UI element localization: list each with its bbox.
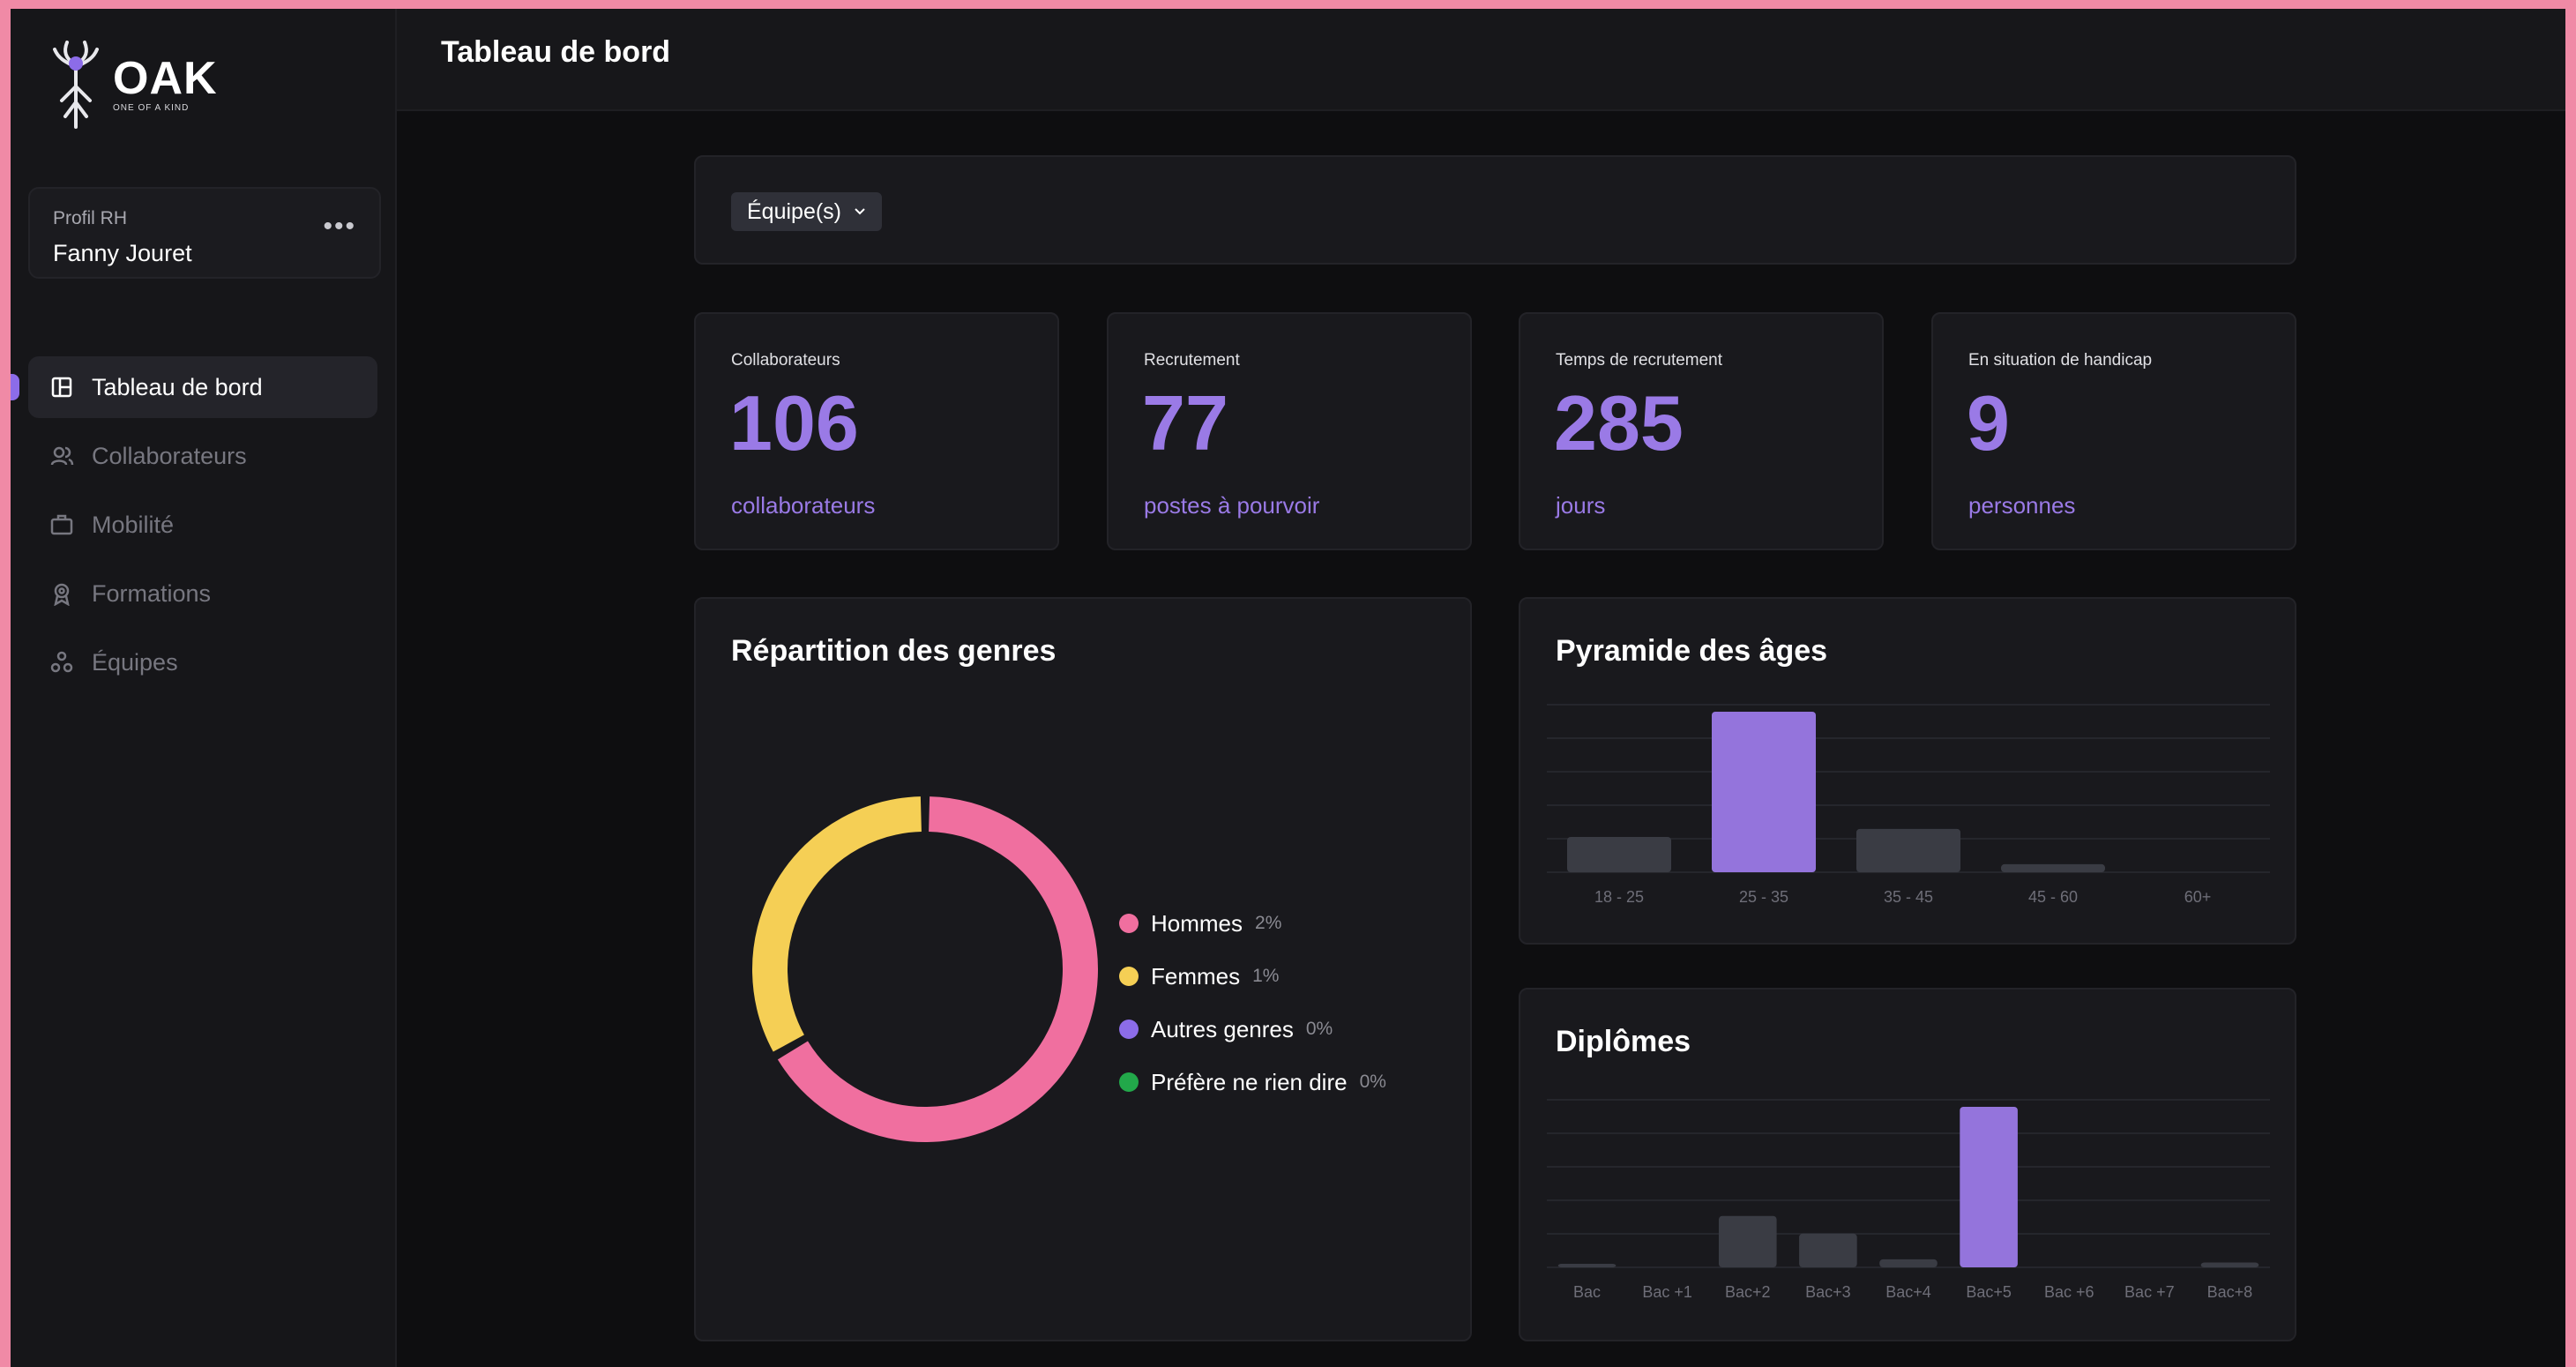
x-tick-label: Bac +7	[2124, 1283, 2175, 1301]
bar-Bac+5	[1960, 1107, 2018, 1267]
kpi-label: Temps de recrutement	[1556, 351, 1723, 370]
profile-name: Fanny Jouret	[53, 240, 192, 266]
x-tick-label: 45 - 60	[2028, 888, 2078, 906]
x-tick-label: Bac	[1573, 1283, 1601, 1301]
age-chart-card: Pyramide des âges 18 - 25 25 - 35 35 - 45 4…	[1519, 597, 2296, 945]
donut-slice-femmes	[752, 796, 922, 1052]
chart-title: Répartition des genres	[731, 634, 1057, 668]
chart-title: Pyramide des âges	[1556, 634, 1828, 668]
kpi-card-collaborateurs: Collaborateurs 106 collaborateurs	[694, 312, 1059, 550]
team-icon	[49, 650, 74, 675]
gender-donut-chart	[752, 796, 1098, 1142]
bar-Bac	[1557, 1264, 1617, 1267]
x-tick-label: Bac+5	[1966, 1283, 2012, 1301]
diploma-bar-chart: Bac Bac +1 Bac+2 Bac+3 Bac+4 Bac+5 Bac +6 Bac +…	[1547, 1099, 2270, 1301]
kpi-label: En situation de handicap	[1968, 351, 2153, 370]
kpi-value: 285	[1554, 379, 1684, 467]
app-window: OAK ONE OF A KIND Profil RH Fanny Jouret…	[11, 9, 2565, 1367]
legend-label: Préfère ne rien dire	[1151, 1068, 1348, 1095]
x-tick-label: Bac+4	[1885, 1283, 1931, 1301]
kpi-label: Collaborateurs	[731, 351, 840, 370]
kpi-unit: personnes	[1968, 492, 2076, 519]
layout-icon	[49, 375, 74, 400]
team-filter-label: Équipe(s)	[747, 198, 841, 224]
sidebar-item-mobilite[interactable]: Mobilité	[28, 494, 377, 556]
briefcase-icon	[49, 512, 74, 537]
team-filter-dropdown[interactable]: Équipe(s)	[731, 192, 882, 231]
chevron-down-icon	[855, 208, 865, 215]
kpi-card-recrutement: Recrutement 77 postes à pourvoir	[1107, 312, 1472, 550]
kpi-card-temps-de-recrutement: Temps de recrutement 285 jours	[1519, 312, 1884, 550]
sidebar-item-label: Tableau de bord	[92, 373, 263, 400]
more-options-icon[interactable]: •••	[323, 212, 356, 242]
sidebar: OAK ONE OF A KIND Profil RH Fanny Jouret…	[11, 9, 397, 1367]
bar-Bac+3	[1799, 1233, 1857, 1267]
kpi-label: Recrutement	[1144, 351, 1240, 370]
legend-label: Femmes	[1151, 962, 1241, 990]
x-tick-label: 25 - 35	[1739, 888, 1788, 906]
bar-Bac+8	[2200, 1262, 2259, 1267]
sidebar-item-label: Formations	[92, 579, 212, 607]
x-tick-label: 18 - 25	[1594, 888, 1644, 906]
sidebar-item-equipes[interactable]: Équipes	[28, 631, 377, 693]
legend-value: 0%	[1359, 1072, 1386, 1092]
logo[interactable]: OAK ONE OF A KIND	[48, 35, 218, 132]
bar-18-25	[1567, 836, 1671, 872]
kpi-value: 9	[1967, 379, 2010, 467]
gender-legend: Hommes 2% Femmes 1% Autres genres 0% Pré…	[1119, 897, 1386, 1109]
sidebar-item-label: Collaborateurs	[92, 442, 247, 469]
gender-chart-card: Répartition des genres Hommes 2% Femmes …	[694, 597, 1472, 1341]
sidebar-nav: Tableau de bord Collaborateurs Mobilité …	[11, 356, 377, 700]
bar-45-60	[2001, 863, 2105, 872]
topbar: Tableau de bord	[397, 9, 2565, 111]
kpi-value: 77	[1142, 379, 1228, 467]
profile-card[interactable]: Profil RH Fanny Jouret •••	[28, 187, 381, 279]
legend-swatch	[1119, 967, 1139, 986]
sidebar-item-label: Mobilité	[92, 511, 175, 538]
legend-label: Autres genres	[1151, 1015, 1294, 1042]
bar-Bac+4	[1879, 1259, 1938, 1267]
x-tick-label: Bac +6	[2044, 1283, 2094, 1301]
legend-item-femmes: Femmes 1%	[1119, 950, 1386, 1003]
sidebar-item-collaborateurs[interactable]: Collaborateurs	[28, 425, 377, 487]
kpi-card-handicap: En situation de handicap 9 personnes	[1931, 312, 2296, 550]
logo-tagline: ONE OF A KIND	[113, 102, 190, 113]
bar-35-45	[1856, 828, 1960, 872]
logo-name: OAK	[113, 52, 218, 104]
legend-item-prefere-ne-rien-dire: Préfère ne rien dire 0%	[1119, 1056, 1386, 1109]
x-tick-label: Bac +1	[1642, 1283, 1692, 1301]
filter-bar: Équipe(s)	[694, 155, 2296, 265]
sidebar-item-tableau-de-bord[interactable]: Tableau de bord	[11, 356, 377, 418]
page-title: Tableau de bord	[441, 35, 671, 69]
legend-swatch	[1119, 914, 1139, 933]
legend-value: 2%	[1255, 913, 1282, 933]
legend-value: 1%	[1252, 966, 1280, 986]
legend-swatch	[1119, 1020, 1139, 1039]
profile-role: Profil RH	[53, 208, 128, 228]
kpi-unit: jours	[1556, 492, 1606, 519]
sidebar-item-label: Équipes	[92, 648, 178, 676]
award-icon	[49, 581, 74, 606]
x-tick-label: 60+	[2184, 888, 2212, 906]
bar-25-35	[1712, 712, 1816, 872]
age-bar-chart: 18 - 25 25 - 35 35 - 45 45 - 60 60+	[1547, 704, 2270, 906]
kpi-unit: collaborateurs	[731, 492, 876, 519]
legend-value: 0%	[1305, 1019, 1333, 1039]
oak-tree-logo-icon	[53, 41, 99, 129]
users-icon	[49, 444, 74, 468]
chart-title: Diplômes	[1556, 1025, 1691, 1058]
x-tick-label: Bac+2	[1725, 1283, 1771, 1301]
legend-item-autres-genres: Autres genres 0%	[1119, 1003, 1386, 1056]
x-tick-label: 35 - 45	[1884, 888, 1933, 906]
legend-swatch	[1119, 1072, 1139, 1092]
x-tick-label: Bac+3	[1805, 1283, 1851, 1301]
legend-label: Hommes	[1151, 909, 1243, 937]
bar-Bac+2	[1718, 1215, 1777, 1267]
x-tick-label: Bac+8	[2207, 1283, 2253, 1301]
kpi-value: 106	[729, 379, 859, 467]
legend-item-hommes: Hommes 2%	[1119, 897, 1386, 950]
kpi-unit: postes à pourvoir	[1144, 492, 1320, 519]
diploma-chart-card: Diplômes Bac Bac +1 Bac+2 Bac+3 Bac+4 Bac+5 Ba…	[1519, 988, 2296, 1341]
sidebar-item-formations[interactable]: Formations	[28, 563, 377, 624]
